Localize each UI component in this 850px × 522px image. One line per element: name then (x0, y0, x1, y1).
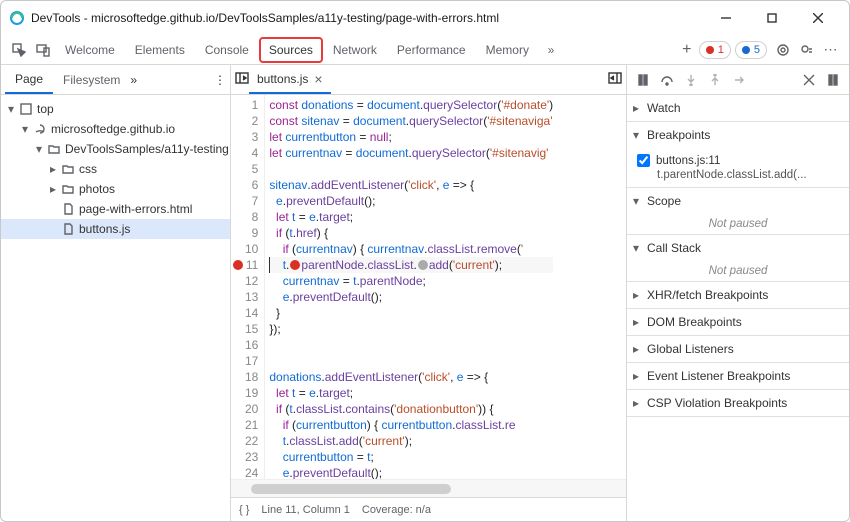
step-over-icon[interactable] (657, 70, 677, 90)
info-count: 5 (754, 44, 760, 56)
step-icon[interactable] (729, 70, 749, 90)
navigator-tabs: Page Filesystem » ⋮ (1, 65, 230, 95)
error-count-chip[interactable]: 1 (699, 41, 731, 59)
global-listeners-section[interactable]: ▸Global Listeners (627, 336, 849, 363)
code-body[interactable]: const donations = document.querySelector… (265, 95, 553, 479)
section-label: Breakpoints (647, 128, 710, 142)
braces-indicator[interactable]: { } (239, 504, 249, 516)
window-close-button[interactable] (795, 3, 841, 33)
scroll-thumb[interactable] (251, 484, 451, 494)
window-minimize-button[interactable] (703, 3, 749, 33)
tree-host[interactable]: ▾microsoftedge.github.io (1, 119, 230, 139)
close-tab-icon[interactable]: × (314, 71, 322, 87)
toggle-navigator-icon[interactable] (235, 71, 249, 88)
scope-header[interactable]: ▾Scope (627, 188, 849, 214)
navigator-tab-page[interactable]: Page (5, 65, 53, 94)
kebab-menu-icon[interactable]: ⋯ (819, 38, 843, 62)
new-tab-button[interactable]: + (675, 38, 699, 62)
file-tab-buttons-js[interactable]: buttons.js × (249, 65, 331, 94)
breakpoints-section: ▾Breakpoints buttons.js:11 t.parentNode.… (627, 122, 849, 188)
line-gutter[interactable]: 1234567891011121314151617181920212223242… (231, 95, 265, 479)
breakpoint-row[interactable]: buttons.js:11 (637, 154, 843, 167)
tree-label: top (37, 102, 54, 116)
tree-folder[interactable]: ▾DevToolsSamples/a11y-testing (1, 139, 230, 159)
tree-photos[interactable]: ▸photos (1, 179, 230, 199)
watch-section[interactable]: ▸Watch (627, 95, 849, 122)
tree-label: DevToolsSamples/a11y-testing (65, 142, 229, 156)
editor-pane: buttons.js × 123456789101112131415161718… (231, 65, 627, 521)
pause-icon[interactable] (633, 70, 653, 90)
xhr-section[interactable]: ▸XHR/fetch Breakpoints (627, 282, 849, 309)
section-label: Call Stack (647, 241, 701, 255)
tab-sources[interactable]: Sources (259, 37, 323, 63)
toggle-debugger-icon[interactable] (608, 71, 622, 88)
section-label: Scope (647, 194, 681, 208)
callstack-not-paused: Not paused (627, 261, 849, 281)
dom-bp-section[interactable]: ▸DOM Breakpoints (627, 309, 849, 336)
tree-label: buttons.js (79, 222, 130, 236)
callstack-header[interactable]: ▾Call Stack (627, 235, 849, 261)
app-icon (9, 10, 25, 26)
scope-section: ▾Scope Not paused (627, 188, 849, 235)
file-tab-label: buttons.js (257, 72, 308, 86)
inspect-icon[interactable] (7, 38, 31, 62)
window-maximize-button[interactable] (749, 3, 795, 33)
editor-tabs: buttons.js × (231, 65, 626, 95)
deactivate-breakpoints-icon[interactable] (799, 70, 819, 90)
navigator-pane: Page Filesystem » ⋮ ▾top ▾microsoftedge.… (1, 65, 231, 521)
csp-bp-section[interactable]: ▸CSP Violation Breakpoints (627, 390, 849, 417)
tree-buttons-js[interactable]: buttons.js (1, 219, 230, 239)
tab-elements[interactable]: Elements (125, 35, 195, 65)
pause-exceptions-icon[interactable] (823, 70, 843, 90)
section-label: DOM Breakpoints (647, 315, 742, 329)
section-label: Watch (647, 101, 681, 115)
tab-welcome[interactable]: Welcome (55, 35, 125, 65)
tree-label: css (79, 162, 97, 176)
section-label: Event Listener Breakpoints (647, 369, 790, 383)
more-tabs-icon[interactable]: » (539, 38, 563, 62)
file-tree: ▾top ▾microsoftedge.github.io ▾DevToolsS… (1, 95, 230, 521)
tab-performance[interactable]: Performance (387, 35, 476, 65)
breakpoints-header[interactable]: ▾Breakpoints (627, 122, 849, 148)
window-titlebar: DevTools - microsoftedge.github.io/DevTo… (1, 1, 849, 35)
debugger-toolbar (627, 65, 849, 95)
breakpoint-text: t.parentNode.classList.add(... (637, 169, 843, 181)
feedback-icon[interactable] (795, 38, 819, 62)
navigator-tab-filesystem[interactable]: Filesystem (53, 65, 130, 94)
error-count: 1 (718, 44, 724, 56)
section-label: Global Listeners (647, 342, 734, 356)
section-label: XHR/fetch Breakpoints (647, 288, 768, 302)
tree-label: microsoftedge.github.io (51, 122, 175, 136)
section-label: CSP Violation Breakpoints (647, 396, 787, 410)
breakpoint-file: buttons.js:11 (656, 155, 720, 167)
cursor-pos: Line 11, Column 1 (261, 504, 349, 516)
horizontal-scrollbar[interactable] (231, 479, 626, 497)
settings-icon[interactable] (771, 38, 795, 62)
debugger-pane: ▸Watch ▾Breakpoints buttons.js:11 t.pare… (627, 65, 849, 521)
callstack-section: ▾Call Stack Not paused (627, 235, 849, 282)
window-title: DevTools - microsoftedge.github.io/DevTo… (31, 11, 703, 25)
coverage-label: Coverage: n/a (362, 504, 431, 516)
step-into-icon[interactable] (681, 70, 701, 90)
breakpoint-checkbox[interactable] (637, 154, 650, 167)
tab-console[interactable]: Console (195, 35, 259, 65)
main-tabs-row: Welcome Elements Console Sources Network… (1, 35, 849, 65)
tree-label: photos (79, 182, 115, 196)
info-count-chip[interactable]: 5 (735, 41, 767, 59)
tree-page-html[interactable]: page-with-errors.html (1, 199, 230, 219)
tree-css[interactable]: ▸css (1, 159, 230, 179)
scope-not-paused: Not paused (627, 214, 849, 234)
tree-label: page-with-errors.html (79, 202, 192, 216)
event-bp-section[interactable]: ▸Event Listener Breakpoints (627, 363, 849, 390)
tab-network[interactable]: Network (323, 35, 387, 65)
code-editor[interactable]: 1234567891011121314151617181920212223242… (231, 95, 626, 479)
navigator-menu-icon[interactable]: ⋮ (214, 73, 226, 87)
tree-top[interactable]: ▾top (1, 99, 230, 119)
tab-memory[interactable]: Memory (476, 35, 539, 65)
device-toggle-icon[interactable] (31, 38, 55, 62)
navigator-more-icon[interactable]: » (130, 73, 137, 87)
step-out-icon[interactable] (705, 70, 725, 90)
editor-statusbar: { } Line 11, Column 1 Coverage: n/a (231, 497, 626, 521)
